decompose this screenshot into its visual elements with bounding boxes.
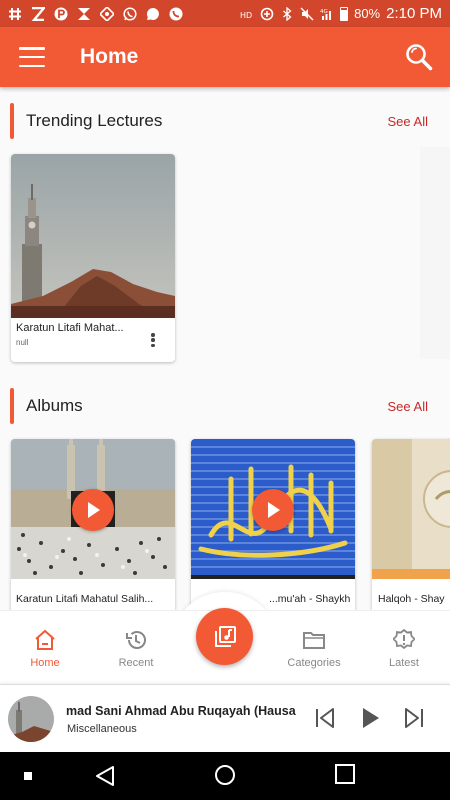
home-content[interactable]: Trending Lectures See All Karatun Litafi… — [0, 87, 450, 610]
clock: 2:10 PM — [386, 5, 442, 22]
whatsapp-icon — [123, 6, 137, 21]
trending-lecture-card[interactable]: Karatun Litafi Mahat... null — [11, 154, 175, 362]
now-playing-bar[interactable]: mad Sani Ahmad Abu Ruqayah (Hausa Miscel… — [0, 684, 450, 752]
albums-section-header: Albums See All — [0, 384, 450, 428]
card-subtitle: null — [16, 338, 29, 347]
grid-app-icon — [100, 6, 114, 21]
play-button[interactable] — [252, 489, 294, 531]
home-circle-icon[interactable] — [214, 764, 236, 786]
section-accent-bar — [10, 103, 14, 139]
nav-latest-label: Latest — [389, 657, 419, 669]
back-icon[interactable] — [94, 764, 116, 788]
hamburger-menu-icon[interactable] — [19, 47, 45, 67]
nav-categories-label: Categories — [287, 657, 341, 669]
music-library-fab[interactable] — [196, 608, 253, 665]
notification-icons — [8, 6, 183, 21]
app-bar: Home — [0, 27, 450, 87]
albums-see-all-link[interactable]: See All — [388, 399, 428, 414]
messenger-icon — [146, 7, 159, 20]
albums-title: Albums — [26, 396, 83, 415]
data-saver-icon — [260, 7, 274, 20]
library-music-icon — [214, 625, 236, 647]
play-icon — [88, 502, 100, 518]
album-card[interactable]: ...mu'ah - Shaykh ... — [191, 439, 355, 610]
nav-recent-label: Recent — [118, 657, 154, 669]
history-icon — [126, 631, 146, 649]
nav-recent[interactable]: Recent — [91, 629, 181, 669]
skip-next-icon[interactable] — [402, 706, 426, 730]
svg-text:HD: HD — [240, 11, 252, 20]
hd-icon: HD — [240, 11, 252, 20]
trending-list-edge — [420, 147, 450, 359]
card-title: Halqoh - Shay — [378, 593, 445, 605]
card-title: Karatun Litafi Mahatul Salih... — [16, 593, 154, 605]
page-title: Home — [80, 45, 139, 68]
now-playing-thumbnail — [8, 696, 54, 742]
lecture-thumbnail — [11, 154, 175, 318]
skip-previous-icon[interactable] — [313, 706, 337, 730]
trending-section-header: Trending Lectures See All — [0, 99, 450, 143]
album-card[interactable]: Karatun Litafi Mahatul Salih... — [11, 439, 175, 610]
nav-home-label: Home — [30, 657, 60, 669]
card-title: ...mu'ah - Shaykh ... — [269, 593, 353, 605]
status-bar: HD 4G 80% 2:10 PM — [0, 0, 450, 27]
battery-icon — [340, 6, 349, 21]
play-icon — [268, 502, 280, 518]
phone-icon — [169, 7, 183, 20]
recent-apps-dot-icon[interactable] — [24, 772, 32, 780]
mute-icon — [300, 7, 314, 20]
more-options-icon[interactable] — [145, 330, 161, 350]
system-status: HD 4G 80% 2:10 PM — [240, 5, 442, 22]
card-title: Karatun Litafi Mahat... — [16, 322, 124, 334]
nav-categories[interactable]: Categories — [269, 629, 359, 669]
album-thumbnail — [372, 439, 450, 579]
play-button[interactable] — [72, 489, 114, 531]
folder-icon — [303, 632, 325, 649]
hourglass-app-icon — [78, 7, 90, 20]
bluetooth-icon — [283, 6, 292, 21]
trending-see-all-link[interactable]: See All — [388, 114, 428, 129]
hash-app-icon — [9, 7, 21, 20]
play-icon[interactable] — [358, 706, 382, 730]
bolt-app-icon — [31, 6, 45, 21]
signal-icon: 4G — [320, 9, 332, 20]
system-navigation-bar — [0, 752, 450, 800]
now-playing-subtitle: Miscellaneous — [67, 723, 137, 735]
nav-home[interactable]: Home — [0, 629, 90, 669]
section-accent-bar — [10, 388, 14, 424]
album-card[interactable]: Halqoh - Shay — [372, 439, 450, 610]
alert-badge-icon — [393, 629, 415, 650]
search-icon[interactable] — [404, 42, 434, 72]
battery-percent: 80% — [354, 6, 381, 21]
now-playing-title: mad Sani Ahmad Abu Ruqayah (Hausa — [66, 704, 296, 718]
overview-icon[interactable] — [335, 764, 355, 784]
home-icon — [35, 629, 55, 650]
trending-title: Trending Lectures — [26, 111, 163, 130]
nav-latest[interactable]: Latest — [359, 629, 449, 669]
p-app-icon — [54, 7, 68, 20]
